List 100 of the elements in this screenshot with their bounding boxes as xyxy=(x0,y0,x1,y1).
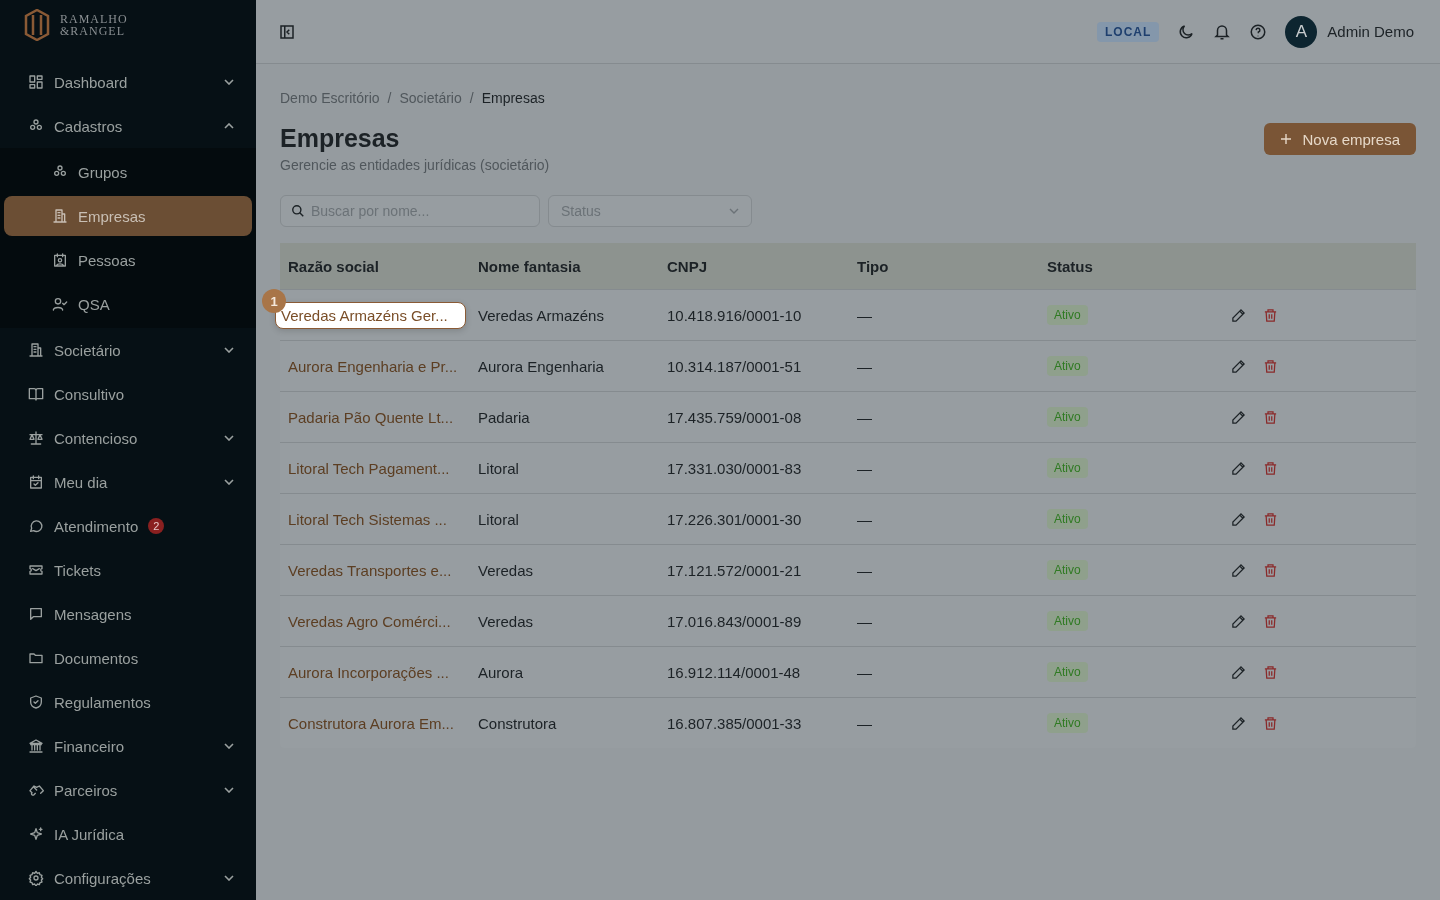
edit-icon[interactable] xyxy=(1231,307,1246,323)
edit-icon[interactable] xyxy=(1231,562,1246,578)
table-cell: 17.121.572/0001-21 xyxy=(667,561,802,579)
table-cell: 16.912.114/0001-48 xyxy=(667,663,801,681)
company-link[interactable]: Litoral Tech Sistemas ... xyxy=(288,510,447,528)
logo-text: RAMALHO xyxy=(60,13,128,25)
table-cell: — xyxy=(857,714,872,732)
edit-icon[interactable] xyxy=(1231,358,1246,374)
new-company-button[interactable]: Nova empresa xyxy=(1264,123,1416,155)
company-link[interactable]: Veredas Agro Comérci... xyxy=(288,612,451,630)
table-cell: — xyxy=(857,357,872,375)
trash-icon[interactable] xyxy=(1263,307,1278,323)
column-header: CNPJ xyxy=(666,257,708,275)
sidebar-item[interactable]: Dashboard xyxy=(0,60,256,104)
sidebar-toggle-icon[interactable] xyxy=(278,22,296,41)
trash-icon[interactable] xyxy=(1263,613,1278,629)
sidebar-label: Mensagens xyxy=(54,605,132,623)
table-cell: — xyxy=(857,561,872,579)
status-badge: Ativo xyxy=(1047,509,1088,529)
sidebar-item[interactable]: Configurações xyxy=(0,856,256,900)
sidebar-item[interactable]: Cadastros xyxy=(0,104,256,148)
breadcrumb-link[interactable]: Empresas xyxy=(481,90,545,106)
sidebar-item[interactable]: IA Jurídica xyxy=(0,812,256,856)
chevron-down-icon xyxy=(729,208,739,214)
trash-icon[interactable] xyxy=(1263,715,1278,731)
table-cell: 17.016.843/0001-89 xyxy=(667,612,802,630)
company-link[interactable]: Veredas Transportes e... xyxy=(288,561,452,579)
breadcrumb-separator: / xyxy=(469,90,474,106)
edit-icon[interactable] xyxy=(1231,409,1246,425)
sidebar-item[interactable]: Documentos xyxy=(0,636,256,680)
company-link[interactable]: Litoral Tech Pagament... xyxy=(288,459,450,477)
trash-icon[interactable] xyxy=(1263,409,1278,425)
scales-icon xyxy=(28,430,44,446)
trash-icon[interactable] xyxy=(1263,664,1278,680)
table-cell: Aurora xyxy=(478,663,524,681)
sidebar-item[interactable]: Financeiro xyxy=(0,724,256,768)
sidebar-item[interactable]: Grupos xyxy=(4,152,252,192)
sidebar-item[interactable]: Empresas xyxy=(4,196,252,236)
count-badge: 2 xyxy=(148,518,165,534)
status-badge: Ativo xyxy=(1047,458,1088,478)
table-cell: 17.226.301/0001-30 xyxy=(667,510,802,528)
status-badge: Ativo xyxy=(1047,407,1088,427)
sidebar-item[interactable]: Tickets xyxy=(0,548,256,592)
sidebar-label: IA Jurídica xyxy=(54,825,125,843)
company-link[interactable]: Construtora Aurora Em... xyxy=(288,714,454,732)
sidebar-item[interactable]: Parceiros xyxy=(0,768,256,812)
sidebar-label: Configurações xyxy=(54,869,151,887)
sidebar-label: Empresas xyxy=(78,207,146,225)
sidebar-item[interactable]: QSA xyxy=(4,284,252,324)
sidebar-item[interactable]: Contencioso xyxy=(0,416,256,460)
table-cell: Litoral xyxy=(478,459,519,477)
edit-icon[interactable] xyxy=(1231,715,1246,731)
company-link[interactable]: Aurora Incorporações ... xyxy=(288,663,449,681)
edit-icon[interactable] xyxy=(1231,613,1246,629)
table-cell: — xyxy=(857,663,872,681)
sidebar-label: Atendimento xyxy=(54,517,139,535)
table-cell: Litoral xyxy=(478,510,519,528)
edit-icon[interactable] xyxy=(1231,511,1246,527)
sidebar-label: Consultivo xyxy=(54,385,125,403)
table-cell: — xyxy=(857,459,872,477)
table-cell: Veredas xyxy=(478,612,534,630)
table-cell: — xyxy=(857,408,872,426)
sidebar-item[interactable]: Mensagens xyxy=(0,592,256,636)
id-card-icon xyxy=(52,252,68,268)
trash-icon[interactable] xyxy=(1263,511,1278,527)
table-cell: Veredas Armazéns xyxy=(478,306,604,324)
bell-icon[interactable] xyxy=(1213,22,1232,41)
help-icon[interactable] xyxy=(1249,22,1268,41)
avatar[interactable]: A xyxy=(1285,15,1318,48)
company-link[interactable]: Aurora Engenharia e Pr... xyxy=(288,357,458,375)
table-cell: — xyxy=(857,612,872,630)
logo-icon xyxy=(24,9,50,41)
ticket-icon xyxy=(28,562,44,578)
trash-icon[interactable] xyxy=(1263,358,1278,374)
sidebar-item[interactable]: Pessoas xyxy=(4,240,252,280)
logo-text: &RANGEL xyxy=(60,25,126,37)
trash-icon[interactable] xyxy=(1263,460,1278,476)
sidebar-item[interactable]: Meu dia xyxy=(0,460,256,504)
status-badge: Ativo xyxy=(1047,662,1088,682)
table-cell: — xyxy=(857,306,872,324)
sidebar-item[interactable]: Regulamentos xyxy=(0,680,256,724)
user-name: Admin Demo xyxy=(1327,23,1414,40)
sidebar-item[interactable]: Atendimento 2 xyxy=(0,504,256,548)
building-icon xyxy=(52,208,68,224)
column-header: Nome fantasia xyxy=(477,257,582,275)
sidebar-label: Parceiros xyxy=(54,781,118,799)
sidebar-item[interactable]: Societário xyxy=(0,328,256,372)
environment-badge: LOCAL xyxy=(1096,21,1160,42)
sidebar-label: QSA xyxy=(78,295,110,313)
sidebar-item[interactable]: Consultivo xyxy=(0,372,256,416)
company-link[interactable]: Padaria Pão Quente Lt... xyxy=(288,408,454,426)
column-header: Razão social xyxy=(287,257,380,275)
table-cell: 17.435.759/0001-08 xyxy=(667,408,802,426)
status-badge: Ativo xyxy=(1047,713,1088,733)
trash-icon[interactable] xyxy=(1263,562,1278,578)
plus-icon xyxy=(1280,133,1293,145)
edit-icon[interactable] xyxy=(1231,460,1246,476)
status-badge: Ativo xyxy=(1047,305,1088,325)
table-cell: 10.418.916/0001-10 xyxy=(667,306,802,324)
edit-icon[interactable] xyxy=(1231,664,1246,680)
